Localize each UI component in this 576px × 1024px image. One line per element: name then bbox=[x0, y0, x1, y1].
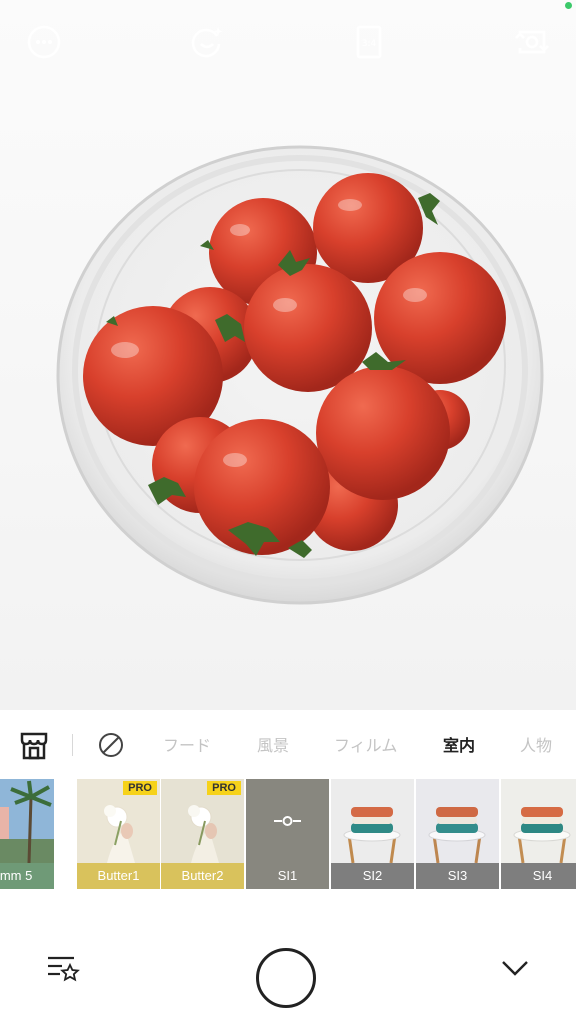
filter-preview-palm bbox=[0, 779, 54, 863]
favorites-button[interactable] bbox=[44, 952, 80, 984]
filter-item[interactable]: SI4 bbox=[501, 779, 576, 889]
filter-preview-towels bbox=[416, 779, 499, 863]
filter-preview-towels bbox=[501, 779, 576, 863]
status-indicator-dot bbox=[565, 2, 572, 9]
tomato-bowl-photo bbox=[56, 145, 544, 605]
chevron-down-icon bbox=[502, 961, 528, 976]
pro-badge: PRO bbox=[123, 781, 157, 795]
filter-label: SI1 bbox=[246, 863, 329, 889]
filter-label: Butter2 bbox=[161, 863, 244, 889]
aspect-ratio-button[interactable]: 3:4 bbox=[351, 24, 387, 60]
flip-camera-button[interactable] bbox=[514, 24, 550, 60]
shutter-button[interactable] bbox=[256, 948, 316, 1008]
tab-indoor[interactable]: 室内 bbox=[443, 732, 475, 756]
filter-item[interactable]: PRO Butter1 bbox=[77, 779, 160, 889]
favorites-list-icon bbox=[48, 956, 80, 982]
pro-badge: PRO bbox=[207, 781, 241, 795]
filter-category-bar: フード 風景 フィルム 室内 人物 bbox=[0, 712, 576, 776]
filter-label: 5mm 5 bbox=[0, 863, 54, 889]
filter-label: SI3 bbox=[416, 863, 499, 889]
category-divider bbox=[72, 734, 73, 756]
tab-film[interactable]: フィルム bbox=[334, 732, 397, 756]
filter-item[interactable]: 5mm 5 bbox=[0, 779, 54, 889]
filter-label: Butter1 bbox=[77, 863, 160, 889]
more-button[interactable] bbox=[26, 24, 62, 60]
tab-portrait[interactable]: 人物 bbox=[520, 732, 552, 756]
camera-viewfinder[interactable]: 3:4 bbox=[0, 0, 576, 710]
no-filter-button[interactable] bbox=[96, 730, 126, 760]
filter-item-selected[interactable]: SI1 bbox=[246, 779, 329, 889]
filter-item[interactable]: SI2 bbox=[331, 779, 414, 889]
no-filter-icon bbox=[99, 733, 123, 757]
tab-food[interactable]: フード bbox=[163, 732, 211, 756]
beauty-face-icon bbox=[191, 27, 223, 58]
filter-strip[interactable]: 5mm 5 PRO Butter1 PRO Butter2 bbox=[0, 779, 576, 889]
collapse-filters-button[interactable] bbox=[498, 952, 532, 982]
filter-item[interactable]: PRO Butter2 bbox=[161, 779, 244, 889]
aspect-ratio-icon: 3:4 bbox=[356, 25, 382, 59]
more-icon bbox=[27, 25, 61, 59]
aspect-ratio-label: 3:4 bbox=[362, 39, 377, 49]
filter-label: SI2 bbox=[331, 863, 414, 889]
filter-preview-towels bbox=[331, 779, 414, 863]
camera-bottom-bar bbox=[0, 890, 576, 1024]
beauty-button[interactable] bbox=[189, 24, 225, 60]
filter-adjust-slider-icon bbox=[274, 816, 301, 826]
filter-item[interactable]: SI3 bbox=[416, 779, 499, 889]
flip-camera-icon bbox=[515, 30, 549, 54]
filter-label: SI4 bbox=[501, 863, 576, 889]
store-icon bbox=[20, 732, 48, 760]
filter-store-button[interactable] bbox=[16, 728, 52, 764]
tab-landscape[interactable]: 風景 bbox=[257, 732, 289, 756]
